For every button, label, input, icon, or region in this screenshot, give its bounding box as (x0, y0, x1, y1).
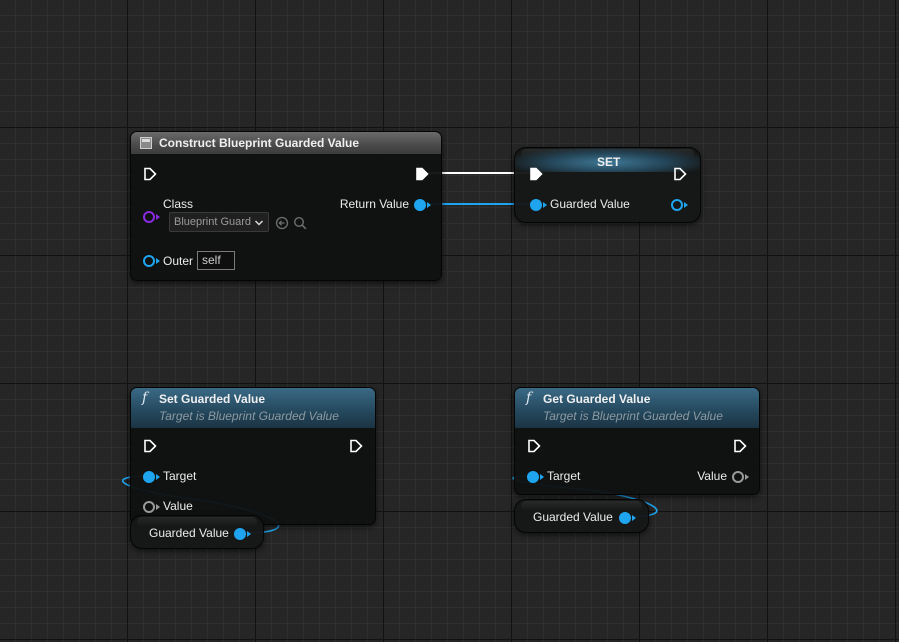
class-dropdown[interactable]: Blueprint Guard (169, 212, 269, 232)
set-guarded-value-header[interactable]: f Set Guarded Value Target is Blueprint … (131, 388, 375, 428)
node-title: Get Guarded Value (543, 392, 651, 406)
node-subtitle: Target is Blueprint Guarded Value (543, 409, 723, 423)
set-guarded-value-node[interactable]: f Set Guarded Value Target is Blueprint … (130, 387, 376, 525)
construct-node[interactable]: Construct Blueprint Guarded Value Class … (130, 131, 442, 281)
set-node-title: SET (597, 155, 621, 169)
guarded-value-in-pin-arrow (543, 202, 547, 208)
function-f-icon: f (142, 390, 148, 406)
class-pin[interactable] (143, 211, 155, 223)
exec-in-icon[interactable] (143, 167, 157, 181)
outer-pin-arrow (156, 258, 160, 264)
blueprint-class-icon (140, 137, 152, 149)
chevron-down-icon (254, 220, 264, 226)
value-label: Value (163, 499, 193, 513)
graph-canvas[interactable]: Construct Blueprint Guarded Value Class … (0, 0, 899, 642)
target-pin[interactable] (527, 471, 539, 483)
getter-out-pin[interactable] (619, 512, 631, 524)
guarded-value-out-pin[interactable] (671, 199, 683, 211)
get-guarded-value-node[interactable]: f Get Guarded Value Target is Blueprint … (514, 387, 760, 495)
target-label: Target (163, 469, 197, 483)
outer-pin[interactable] (143, 255, 155, 267)
browse-arrow-icon[interactable] (275, 216, 289, 230)
node-title: Set Guarded Value (159, 392, 266, 406)
exec-out-icon[interactable] (349, 439, 363, 453)
return-value-pin[interactable] (414, 199, 426, 211)
exec-out-icon[interactable] (733, 439, 747, 453)
guarded-value-out-pin-arrow (684, 202, 688, 208)
guarded-value-getter[interactable]: Guarded Value (514, 499, 649, 533)
getter-label: Guarded Value (149, 526, 229, 540)
construct-node-header[interactable]: Construct Blueprint Guarded Value (131, 132, 441, 154)
value-out-pin[interactable] (732, 471, 744, 483)
target-pin-arrow (156, 474, 160, 480)
value-out-pin-arrow (745, 474, 749, 480)
value-out-label: Value (697, 469, 727, 483)
get-guarded-value-header[interactable]: f Get Guarded Value Target is Blueprint … (515, 388, 759, 428)
guarded-value-label: Guarded Value (550, 197, 630, 211)
exec-out-icon[interactable] (673, 167, 687, 181)
outer-input[interactable]: self (197, 251, 235, 270)
class-dropdown-value: Blueprint Guard (174, 216, 252, 228)
set-node[interactable]: SET Guarded Value (514, 147, 701, 223)
function-f-icon: f (526, 390, 532, 406)
class-label: Class (163, 197, 194, 211)
exec-in-icon[interactable] (527, 439, 541, 453)
value-pin[interactable] (143, 501, 155, 513)
guarded-value-getter[interactable]: Guarded Value (130, 515, 264, 549)
exec-out-icon[interactable] (415, 167, 429, 181)
return-value-pin-arrow (427, 202, 431, 208)
target-pin[interactable] (143, 471, 155, 483)
getter-out-pin-arrow (632, 515, 636, 521)
getter-out-pin[interactable] (234, 528, 246, 540)
outer-label: Outer (163, 254, 194, 268)
exec-in-icon[interactable] (529, 167, 543, 181)
node-subtitle: Target is Blueprint Guarded Value (159, 409, 339, 423)
node-title: Construct Blueprint Guarded Value (159, 136, 360, 150)
class-pin-arrow (156, 214, 160, 220)
target-pin-arrow (540, 474, 544, 480)
guarded-value-in-pin[interactable] (530, 199, 542, 211)
getter-out-pin-arrow (247, 531, 251, 537)
target-label: Target (547, 469, 581, 483)
getter-label: Guarded Value (533, 510, 613, 524)
exec-in-icon[interactable] (143, 439, 157, 453)
value-pin-arrow (156, 504, 160, 510)
return-value-label: Return Value (339, 197, 409, 211)
search-icon[interactable] (293, 216, 307, 230)
